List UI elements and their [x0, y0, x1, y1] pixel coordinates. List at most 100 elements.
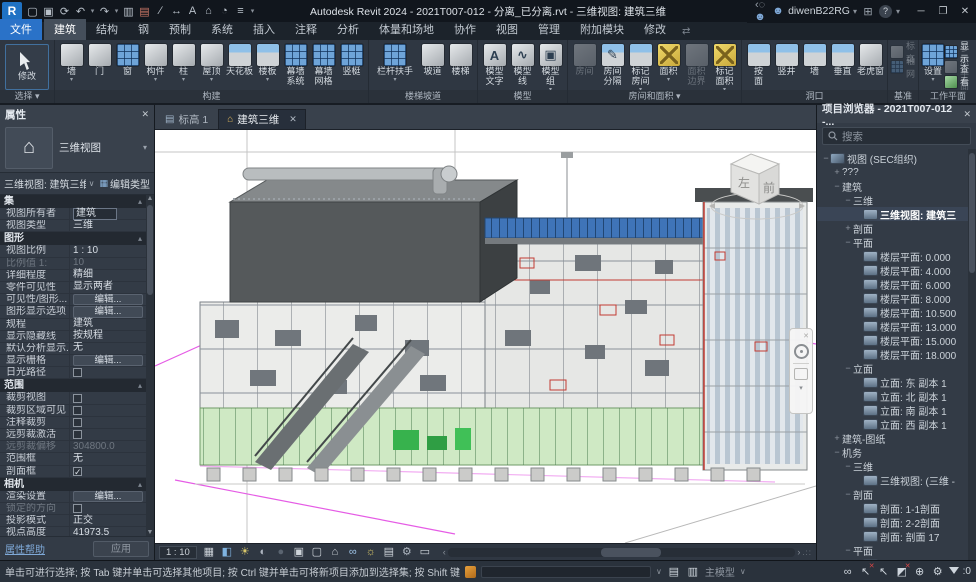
tree-item[interactable]: −平面 [817, 543, 968, 557]
checkbox[interactable] [73, 394, 82, 403]
default-3d-view-icon[interactable]: ⌂ [201, 3, 216, 19]
text-icon[interactable]: A [185, 3, 200, 19]
tree-item[interactable]: −平面 [817, 235, 968, 249]
analytical-model-icon[interactable]: ⚙ [400, 545, 414, 559]
tree-item[interactable]: +剖面 [817, 221, 968, 235]
ribbon-tab-modify[interactable]: 修改 [634, 19, 676, 40]
ribbon-tab-steel[interactable]: 钢 [128, 19, 159, 40]
ribbon-tab-architecture[interactable]: 建筑 [44, 19, 86, 40]
reveal-hidden-elements-icon[interactable]: ☼ [364, 545, 378, 559]
user-caret-icon[interactable]: ▾ [853, 7, 857, 16]
sun-path-icon[interactable]: ☀ [238, 545, 252, 559]
tool-dormer[interactable]: 老虎窗 [857, 43, 884, 77]
property-section-header[interactable]: 范围▴ [0, 379, 146, 392]
tree-item[interactable]: −剖面 [817, 487, 968, 501]
close-button[interactable]: ✕ [954, 0, 976, 22]
drawing-canvas[interactable]: 左 前 ✕ ▾ [155, 130, 816, 543]
apply-button[interactable]: 应用 [93, 541, 149, 557]
edit-button[interactable]: 编辑... [73, 294, 143, 306]
property-section-header[interactable]: 相机▴ [0, 478, 146, 491]
tree-item[interactable]: 剖面: 1-1剖面 [817, 501, 968, 515]
tree-item[interactable]: 剖面: 2-2剖面 [817, 515, 968, 529]
design-options-icon[interactable]: ▥ [686, 565, 700, 578]
tree-item[interactable]: −三维 [817, 459, 968, 473]
tree-item[interactable]: −三维 [817, 193, 968, 207]
tree-item[interactable]: 楼层平面: 0.000 [817, 249, 968, 263]
tool-modify[interactable]: 修改 [5, 44, 49, 90]
tree-item[interactable]: 楼层平面: 4.000 [817, 263, 968, 277]
tree-item[interactable]: +??? [817, 165, 968, 179]
checkbox[interactable] [73, 467, 82, 476]
checkbox[interactable] [73, 430, 82, 439]
ribbon-tab-massing-site[interactable]: 体量和场地 [369, 19, 444, 40]
tree-item[interactable]: −建筑 [817, 179, 968, 193]
checkbox[interactable] [73, 368, 82, 377]
tool-model-group[interactable]: ▣模型 组▾ [537, 43, 564, 92]
visual-style-icon[interactable]: ◧ [220, 545, 234, 559]
view-tab-level-1[interactable]: ▤标高 1 [157, 109, 216, 129]
type-selector-caret-icon[interactable]: ▾ [143, 143, 149, 152]
instance-selector[interactable]: 三维视图: 建筑三维 [4, 176, 86, 191]
cart-icon[interactable]: ⊞ [861, 5, 875, 18]
checkbox[interactable] [73, 418, 82, 427]
navigation-bar[interactable]: ✕ ▾ [789, 328, 813, 414]
transfer-icon[interactable]: ▤ [137, 3, 152, 19]
edit-button[interactable]: 编辑... [73, 306, 143, 318]
tree-item[interactable]: 立面: 东 副本 1 [817, 375, 968, 389]
select-links-icon[interactable]: ∞ [841, 566, 855, 578]
instance-caret-icon[interactable]: ∨ [89, 179, 97, 188]
user-name[interactable]: diwenB22RG [788, 5, 850, 17]
view-tab-arch-3d[interactable]: ⌂建筑三维✕ [218, 109, 306, 129]
project-browser-close-icon[interactable]: ✕ [963, 109, 971, 120]
tree-item[interactable]: 立面: 西 副本 1 [817, 417, 968, 431]
background-processes-icon[interactable]: ⚙ [931, 565, 945, 578]
tool-roof[interactable]: 屋顶▾ [198, 43, 225, 82]
thin-lines-icon[interactable]: ≡ [233, 3, 248, 19]
property-section-header[interactable]: 集▴ [0, 195, 146, 208]
tool-curtain-grid[interactable]: 幕墙 网格 [310, 43, 337, 87]
tree-item[interactable]: 剖面: 剖面 17 [817, 529, 968, 543]
properties-close-icon[interactable]: ✕ [141, 109, 149, 120]
tool-wall-opening[interactable]: 墙 [801, 43, 828, 77]
ribbon-tab-annotate[interactable]: 注释 [285, 19, 327, 40]
filter-icon[interactable] [949, 567, 959, 574]
open-icon[interactable]: ▢ [25, 3, 40, 19]
browser-scrollbar[interactable] [968, 149, 976, 560]
tool-curtain-system[interactable]: 幕墙 系统 [282, 43, 309, 87]
print-icon[interactable]: ▥ [121, 3, 136, 19]
tree-item[interactable]: 三维视图: (三维 - [817, 473, 968, 487]
drag-elements-on-selection-icon[interactable]: ⊕ [913, 565, 927, 578]
edit-type-button[interactable]: ▦ 编辑类型 [99, 176, 150, 191]
restore-button[interactable]: ❐ [932, 0, 954, 22]
properties-help-link[interactable]: 属性帮助 [5, 541, 45, 556]
tool-shaft[interactable]: 竖井 [773, 43, 800, 77]
select-pinned-elements-icon[interactable]: ↖ [877, 565, 891, 578]
tool-ref-plane[interactable]: 参照 平面 [945, 60, 974, 73]
tree-item[interactable]: 立面: 南 副本 1 [817, 403, 968, 417]
tree-item[interactable]: 楼层平面: 15.000 [817, 333, 968, 347]
ribbon-tab-insert[interactable]: 插入 [243, 19, 285, 40]
search-icon[interactable]: ◌ [759, 0, 766, 11]
tree-item[interactable]: 三维视图: 建筑三 [817, 207, 968, 221]
undo-icon[interactable]: ↶ [73, 3, 88, 19]
help-caret-icon[interactable]: ▾ [896, 7, 900, 16]
section-icon[interactable]: ◔ [217, 3, 232, 19]
redo-icon[interactable]: ↷ [97, 3, 112, 19]
ribbon-tab-file[interactable]: 文件 [0, 19, 42, 40]
edit-button[interactable]: 编辑... [73, 491, 143, 503]
tool-component[interactable]: 构件▾ [142, 43, 169, 82]
modify-states-icon[interactable]: ⇄ [676, 24, 696, 40]
temporary-view-properties-icon[interactable]: ▤ [382, 545, 396, 559]
ui-caret-icon[interactable]: ▾ [249, 3, 256, 19]
tool-room[interactable]: 房间 [571, 43, 598, 77]
revit-logo-icon[interactable]: R [2, 2, 22, 20]
tool-room-separator[interactable]: ✎房间 分隔 [599, 43, 626, 87]
tool-column[interactable]: 柱▾ [170, 43, 197, 82]
tool-tag-room[interactable]: 标记 房间▾ [627, 43, 654, 92]
ribbon-tab-structure[interactable]: 结构 [86, 19, 128, 40]
view-scale[interactable]: 1 : 10 [159, 546, 197, 559]
tool-ceiling[interactable]: 天花板 [226, 43, 253, 77]
checkbox[interactable] [73, 406, 82, 415]
tool-mullion[interactable]: 竖梃 [338, 43, 365, 77]
tool-by-face[interactable]: 按 面 [745, 43, 772, 87]
